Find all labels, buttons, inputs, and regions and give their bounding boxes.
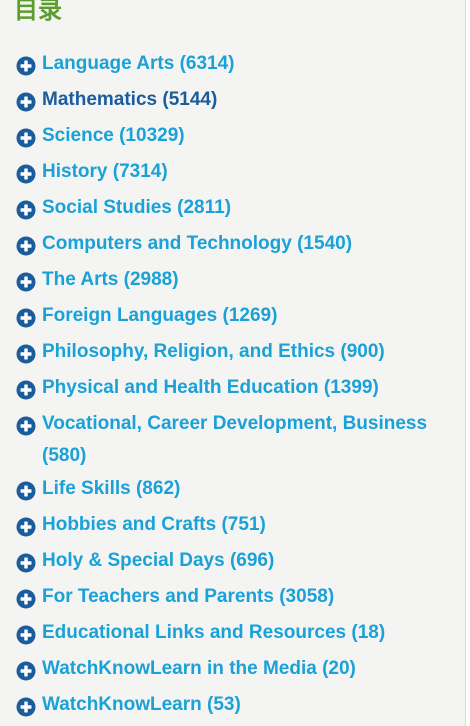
category-item-life-skills[interactable]: Life Skills (862) (0, 473, 465, 505)
category-item-philosophy-religion-ethics[interactable]: Philosophy, Religion, and Ethics (900) (0, 336, 465, 368)
category-item-physical-health-education[interactable]: Physical and Health Education (1399) (0, 372, 465, 404)
category-panel: 目录 Language Arts (6314) Mathematics (514… (0, 0, 466, 726)
plus-circle-icon[interactable] (16, 344, 36, 364)
category-label[interactable]: Language Arts (6314) (42, 48, 235, 80)
category-label[interactable]: The Arts (2988) (42, 264, 179, 296)
category-label[interactable]: History (7314) (42, 156, 168, 188)
category-item-vocational-career-business[interactable]: Vocational, Career Development, Business… (0, 408, 465, 472)
category-item-history[interactable]: History (7314) (0, 156, 465, 188)
plus-circle-icon[interactable] (16, 56, 36, 76)
category-label[interactable]: Mathematics (5144) (42, 84, 217, 116)
category-label[interactable]: Hobbies and Crafts (751) (42, 509, 266, 541)
plus-circle-icon[interactable] (16, 272, 36, 292)
category-item-mathematics[interactable]: Mathematics (5144) (0, 84, 465, 116)
plus-circle-icon[interactable] (16, 416, 36, 436)
category-label[interactable]: WatchKnowLearn (53) (42, 689, 241, 721)
plus-circle-icon[interactable] (16, 481, 36, 501)
category-item-the-arts[interactable]: The Arts (2988) (0, 264, 465, 296)
category-label[interactable]: Physical and Health Education (1399) (42, 372, 379, 404)
plus-circle-icon[interactable] (16, 517, 36, 537)
category-label[interactable]: For Teachers and Parents (3058) (42, 581, 334, 613)
category-item-computers-technology[interactable]: Computers and Technology (1540) (0, 228, 465, 260)
category-label[interactable]: Vocational, Career Development, Business… (42, 408, 443, 472)
category-item-hobbies-crafts[interactable]: Hobbies and Crafts (751) (0, 509, 465, 541)
plus-circle-icon[interactable] (16, 92, 36, 112)
plus-circle-icon[interactable] (16, 200, 36, 220)
category-label[interactable]: Philosophy, Religion, and Ethics (900) (42, 336, 385, 368)
plus-circle-icon[interactable] (16, 553, 36, 573)
category-label[interactable]: Computers and Technology (1540) (42, 228, 352, 260)
plus-circle-icon[interactable] (16, 164, 36, 184)
category-label[interactable]: Science (10329) (42, 120, 185, 152)
category-item-educational-links[interactable]: Educational Links and Resources (18) (0, 617, 465, 649)
plus-circle-icon[interactable] (16, 697, 36, 717)
plus-circle-icon[interactable] (16, 236, 36, 256)
category-label[interactable]: Holy & Special Days (696) (42, 545, 274, 577)
category-item-holy-special-days[interactable]: Holy & Special Days (696) (0, 545, 465, 577)
plus-circle-icon[interactable] (16, 308, 36, 328)
category-list: Language Arts (6314) Mathematics (5144) … (0, 48, 465, 725)
category-label[interactable]: Social Studies (2811) (42, 192, 231, 224)
panel-heading: 目录 (14, 0, 62, 24)
category-item-foreign-languages[interactable]: Foreign Languages (1269) (0, 300, 465, 332)
category-item-wkl-media[interactable]: WatchKnowLearn in the Media (20) (0, 653, 465, 685)
category-item-language-arts[interactable]: Language Arts (6314) (0, 48, 465, 80)
category-label[interactable]: Foreign Languages (1269) (42, 300, 277, 332)
category-item-watchknowlearn[interactable]: WatchKnowLearn (53) (0, 689, 465, 721)
category-label[interactable]: Educational Links and Resources (18) (42, 617, 385, 649)
plus-circle-icon[interactable] (16, 625, 36, 645)
category-item-science[interactable]: Science (10329) (0, 120, 465, 152)
plus-circle-icon[interactable] (16, 380, 36, 400)
category-item-teachers-parents[interactable]: For Teachers and Parents (3058) (0, 581, 465, 613)
plus-circle-icon[interactable] (16, 128, 36, 148)
category-label[interactable]: Life Skills (862) (42, 473, 180, 505)
category-label[interactable]: WatchKnowLearn in the Media (20) (42, 653, 356, 685)
plus-circle-icon[interactable] (16, 661, 36, 681)
category-item-social-studies[interactable]: Social Studies (2811) (0, 192, 465, 224)
plus-circle-icon[interactable] (16, 589, 36, 609)
